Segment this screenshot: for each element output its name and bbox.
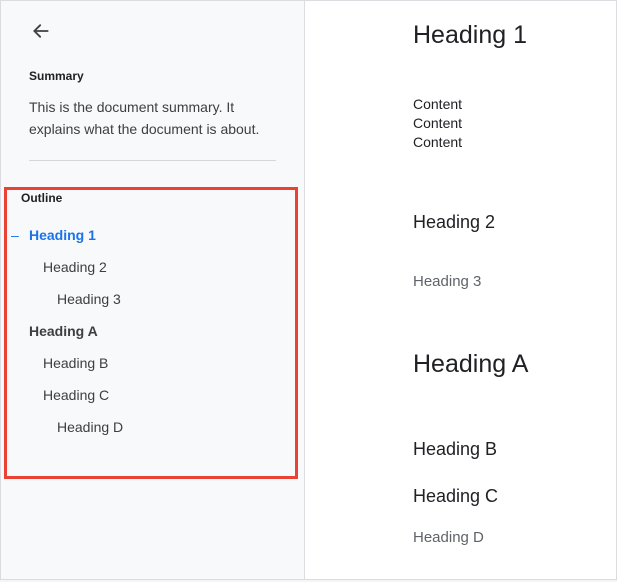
doc-content-paragraph: Content Content Content — [413, 95, 616, 152]
outline-item-label: Heading 3 — [57, 291, 121, 307]
outline-list: – Heading 1 Heading 2 Heading 3 Heading … — [1, 219, 304, 467]
outline-item-heading-3[interactable]: Heading 3 — [1, 283, 304, 315]
outline-item-heading-c[interactable]: Heading C — [1, 379, 304, 411]
doc-heading-b: Heading B — [413, 439, 616, 460]
back-button[interactable] — [29, 21, 53, 45]
outline-item-label: Heading A — [29, 323, 98, 339]
outline-item-heading-d[interactable]: Heading D — [1, 411, 304, 443]
outline-item-label: Heading 1 — [29, 227, 96, 243]
doc-heading-3: Heading 3 — [413, 273, 616, 290]
divider — [29, 160, 276, 161]
doc-heading-c: Heading C — [413, 486, 616, 507]
doc-heading-d: Heading D — [413, 529, 616, 546]
outline-item-label: Heading 2 — [43, 259, 107, 275]
outline-title: Outline — [21, 191, 304, 205]
outline-item-heading-a[interactable]: Heading A — [1, 315, 304, 347]
outline-section: Outline – Heading 1 Heading 2 Heading 3 … — [1, 191, 304, 467]
doc-heading-2: Heading 2 — [413, 212, 616, 233]
outline-item-label: Heading C — [43, 387, 109, 403]
outline-item-heading-b[interactable]: Heading B — [1, 347, 304, 379]
document-panel: Heading 1 Content Content Content Headin… — [305, 0, 617, 580]
outline-item-label: Heading D — [57, 419, 123, 435]
doc-heading-a: Heading A — [413, 350, 616, 379]
collapse-icon: – — [11, 227, 19, 243]
doc-heading-1: Heading 1 — [413, 21, 616, 50]
summary-text: This is the document summary. It explain… — [29, 97, 276, 140]
outline-item-label: Heading B — [43, 355, 108, 371]
arrow-left-icon — [31, 21, 51, 46]
outline-item-heading-2[interactable]: Heading 2 — [1, 251, 304, 283]
outline-sidebar: Summary This is the document summary. It… — [0, 0, 305, 580]
outline-item-heading-1[interactable]: – Heading 1 — [1, 219, 304, 251]
summary-title: Summary — [29, 69, 304, 83]
